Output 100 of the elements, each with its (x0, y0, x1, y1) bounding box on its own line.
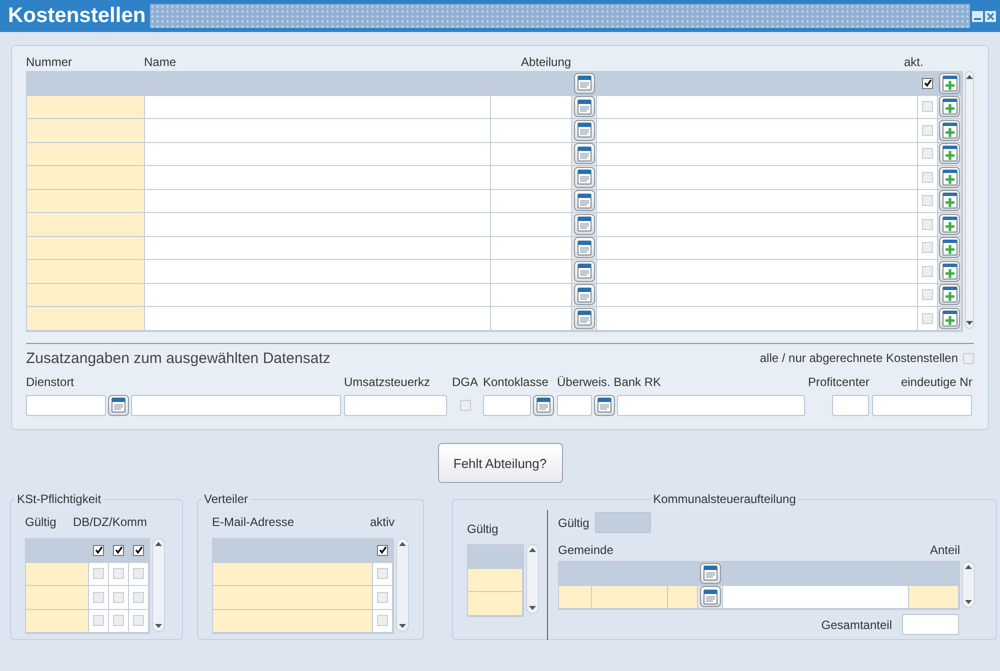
input-field[interactable] (131, 394, 341, 416)
lookup-button[interactable] (574, 214, 594, 235)
checkbox[interactable] (377, 592, 388, 603)
lookup-button[interactable] (594, 394, 615, 416)
checkbox[interactable] (963, 352, 974, 364)
lookup-button[interactable] (574, 308, 594, 329)
checkbox[interactable] (922, 218, 933, 230)
checkbox[interactable] (93, 615, 104, 626)
lookup-button[interactable] (700, 586, 720, 608)
notepad-icon (576, 240, 592, 256)
checkbox[interactable] (922, 242, 933, 254)
scroll-up-icon[interactable] (529, 548, 536, 552)
plus-icon (942, 286, 958, 304)
checkbox[interactable] (113, 592, 124, 603)
checkbox[interactable] (922, 266, 933, 277)
checkbox[interactable] (922, 312, 933, 324)
notepad-icon (111, 397, 126, 413)
add-button[interactable] (939, 72, 960, 94)
checkbox[interactable] (133, 544, 144, 556)
missing-department-button[interactable]: Fehlt Abteilung? (438, 443, 562, 483)
add-button[interactable] (939, 260, 960, 282)
add-button[interactable] (939, 190, 960, 212)
add-button[interactable] (939, 166, 960, 188)
scroll-up-icon[interactable] (966, 75, 973, 79)
checkbox[interactable] (113, 615, 124, 626)
scroll-up-icon[interactable] (155, 542, 162, 546)
notepad-icon (702, 588, 718, 605)
lookup-button[interactable] (574, 120, 594, 141)
scroll-down-icon[interactable] (966, 321, 973, 325)
scroll-down-icon[interactable] (399, 624, 406, 628)
checkbox[interactable] (922, 195, 933, 206)
scrollbar[interactable] (526, 544, 539, 614)
lookup-button[interactable] (574, 190, 594, 212)
add-button[interactable] (939, 308, 960, 329)
checkbox[interactable] (377, 615, 388, 626)
checkbox[interactable] (922, 172, 933, 183)
input-field[interactable] (617, 394, 805, 416)
lookup-button[interactable] (574, 96, 594, 118)
checkbox[interactable] (377, 544, 388, 556)
add-button[interactable] (939, 120, 960, 141)
checkbox[interactable] (93, 592, 104, 603)
checkbox[interactable] (133, 592, 144, 603)
lookup-button[interactable] (574, 143, 594, 164)
minimize-icon[interactable] (972, 10, 983, 22)
checkbox[interactable] (922, 148, 933, 160)
checkbox[interactable] (113, 544, 124, 556)
lookup-button[interactable] (574, 166, 594, 188)
column-header: Gültig (25, 515, 58, 529)
checkbox[interactable] (377, 568, 388, 580)
lookup-button[interactable] (574, 237, 594, 258)
input-field[interactable] (344, 394, 447, 416)
checkbox[interactable] (93, 568, 104, 580)
scroll-up-icon[interactable] (965, 565, 972, 569)
notepad-icon (597, 397, 612, 413)
plus-icon (942, 122, 958, 139)
add-button[interactable] (939, 143, 960, 164)
close-icon[interactable] (985, 10, 996, 22)
field-label: Dienstort (26, 374, 74, 388)
scrollbar[interactable] (396, 538, 409, 632)
notepad-icon (576, 122, 592, 138)
lookup-button[interactable] (108, 394, 129, 416)
checkbox[interactable] (133, 615, 144, 626)
input-field[interactable] (483, 394, 531, 416)
lookup-button[interactable] (574, 260, 594, 282)
checkbox[interactable] (922, 101, 933, 112)
add-button[interactable] (939, 284, 960, 306)
checkbox[interactable] (922, 78, 933, 89)
field-label: eindeutige Nr (900, 374, 972, 388)
column-header: Gemeinde (558, 543, 614, 557)
checkbox[interactable] (93, 544, 104, 556)
lookup-button[interactable] (574, 72, 594, 94)
checkbox[interactable] (133, 568, 144, 580)
input-field[interactable] (902, 614, 959, 635)
add-button[interactable] (939, 214, 960, 235)
checkbox[interactable] (460, 400, 470, 410)
scrollbar[interactable] (965, 71, 974, 329)
add-button[interactable] (939, 237, 960, 258)
input-field[interactable] (832, 394, 870, 416)
lookup-button[interactable] (700, 562, 720, 584)
group-title: Verteiler (203, 492, 250, 506)
checkbox[interactable] (922, 124, 933, 136)
scrollbar[interactable] (962, 561, 975, 608)
input-field[interactable] (557, 394, 592, 416)
plus-icon (942, 168, 958, 186)
scroll-down-icon[interactable] (965, 600, 972, 604)
add-button[interactable] (939, 96, 960, 118)
lookup-button[interactable] (533, 394, 554, 416)
checkbox[interactable] (922, 289, 933, 300)
input-field[interactable] (26, 394, 106, 416)
scroll-down-icon[interactable] (155, 624, 162, 628)
checkbox[interactable] (113, 568, 124, 580)
scroll-down-icon[interactable] (529, 606, 536, 610)
notepad-icon (576, 286, 592, 303)
scrollbar[interactable] (152, 538, 165, 632)
plus-icon (942, 74, 958, 92)
table-row[interactable] (26, 539, 149, 562)
input-field[interactable] (595, 512, 652, 533)
scroll-up-icon[interactable] (399, 542, 406, 546)
lookup-button[interactable] (574, 284, 594, 306)
input-field[interactable] (872, 394, 972, 416)
